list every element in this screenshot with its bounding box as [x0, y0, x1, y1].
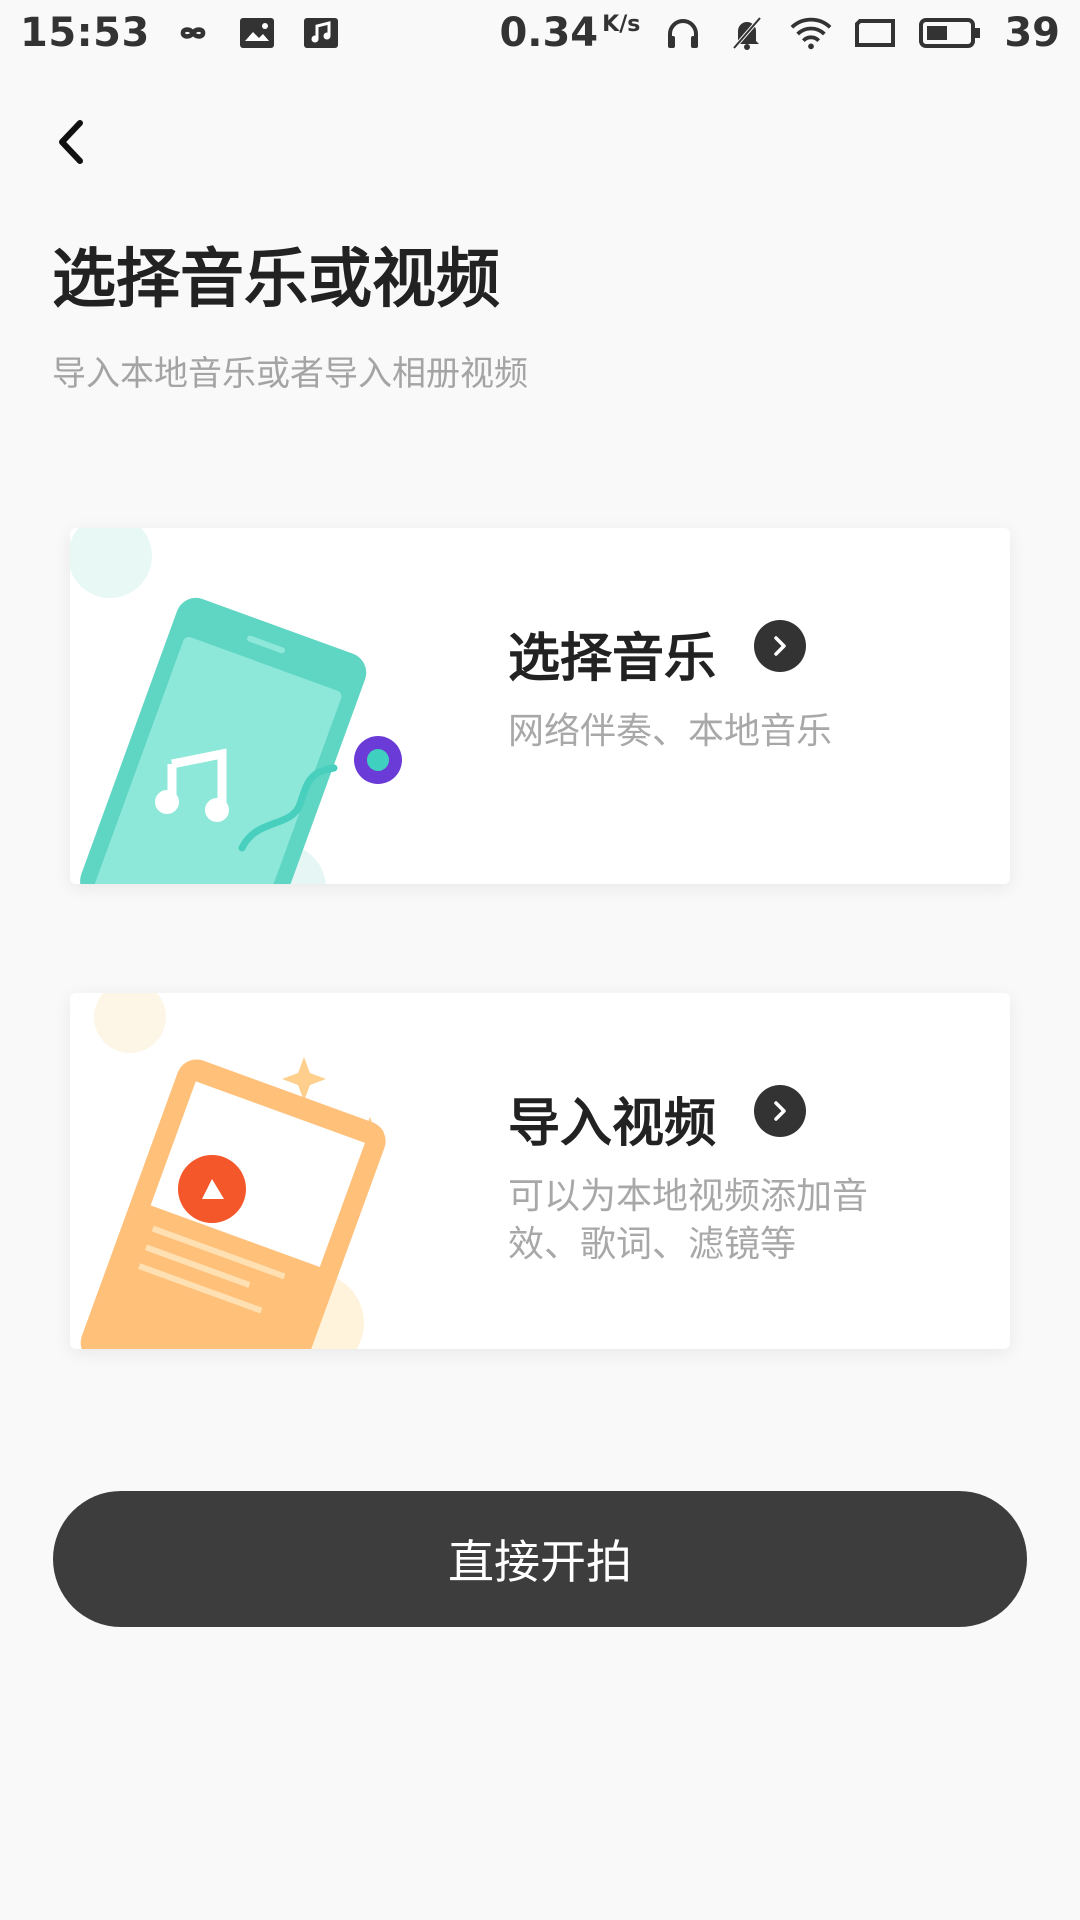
select-music-card[interactable]: 选择音乐 网络伴奏、本地音乐: [70, 528, 1010, 884]
import-video-card[interactable]: 导入视频 可以为本地视频添加音效、歌词、滤镜等: [70, 993, 1010, 1349]
speed-unit: K/s: [602, 12, 641, 37]
video-card-arrow-button[interactable]: [754, 1085, 806, 1137]
status-time: 15:53: [20, 10, 150, 56]
chevron-right-icon: [774, 1101, 786, 1121]
status-bar: 15:53 0.34 K/s 39: [0, 0, 1080, 66]
network-speed: 0.34 K/s: [499, 10, 640, 56]
battery-level: 39: [1004, 10, 1060, 56]
back-button[interactable]: [46, 112, 96, 172]
wifi-icon: [790, 12, 832, 54]
phone-music-illustration: [70, 528, 402, 884]
page-title: 选择音乐或视频: [52, 243, 500, 317]
speed-value: 0.34: [499, 10, 599, 56]
image-icon: [236, 12, 278, 54]
video-card-description: 可以为本地视频添加音效、歌词、滤镜等: [508, 1176, 869, 1265]
music-card-title: 选择音乐: [508, 629, 717, 689]
start-shooting-button[interactable]: 直接开拍: [53, 1491, 1027, 1627]
music-card-arrow-button[interactable]: [754, 620, 806, 672]
video-illustration: [80, 993, 386, 1349]
headphones-icon: [662, 12, 704, 54]
screen-icon: [854, 12, 896, 54]
music-icon: [300, 12, 342, 54]
bell-muted-icon: [726, 12, 768, 54]
infinity-icon: [172, 12, 214, 54]
chevron-right-icon: [774, 636, 786, 656]
music-card-description: 网络伴奏、本地音乐: [508, 711, 833, 752]
video-card-title: 导入视频: [508, 1094, 717, 1154]
page-subtitle: 导入本地音乐或者导入相册视频: [52, 354, 528, 394]
chevron-left-icon: [59, 120, 83, 164]
battery-icon: [918, 12, 982, 54]
